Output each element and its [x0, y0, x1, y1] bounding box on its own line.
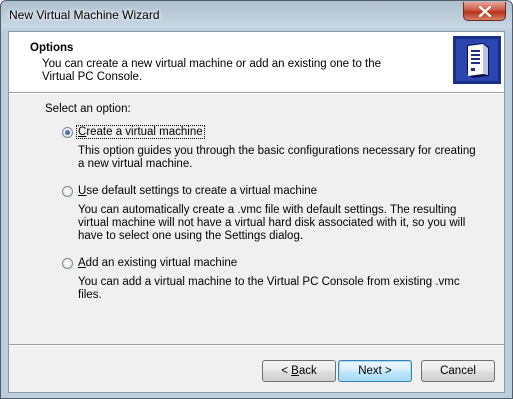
option-label-default-settings[interactable]: Use default settings to create a virtual… [78, 185, 317, 197]
back-button[interactable]: < Back [262, 360, 336, 382]
option-description-add-existing: You can add a virtual machine to the Vir… [78, 276, 460, 301]
radio-default-settings[interactable] [62, 186, 73, 197]
page-title: Options [30, 42, 74, 54]
wizard-body: Options You can create a new virtual mac… [8, 31, 505, 393]
footer-separator-highlight [9, 345, 504, 346]
option-label-add-existing[interactable]: Add an existing virtual machine [78, 257, 237, 269]
radio-selected-dot [65, 130, 70, 135]
radio-create-vm[interactable] [62, 127, 73, 138]
cancel-button[interactable]: Cancel [421, 360, 495, 382]
option-label-create-vm[interactable]: Create a virtual machine [76, 125, 205, 139]
wizard-window: New Virtual Machine Wizard Options You c… [0, 0, 513, 399]
close-button[interactable] [463, 2, 506, 21]
header-separator [9, 93, 504, 94]
select-option-label: Select an option: [45, 103, 131, 115]
close-icon [479, 6, 491, 17]
option-description-create-vm: This option guides you through the basic… [78, 145, 476, 170]
virtual-pc-computer-icon [453, 36, 501, 84]
radio-add-existing[interactable] [62, 258, 73, 269]
page-description: You can create a new virtual machine or … [42, 58, 382, 83]
next-button[interactable]: Next > [338, 360, 412, 382]
title-bar[interactable]: New Virtual Machine Wizard [1, 1, 512, 31]
window-title: New Virtual Machine Wizard [9, 8, 160, 22]
option-description-default-settings: You can automatically create a .vmc file… [78, 204, 466, 242]
wizard-header: Options You can create a new virtual mac… [9, 32, 504, 93]
